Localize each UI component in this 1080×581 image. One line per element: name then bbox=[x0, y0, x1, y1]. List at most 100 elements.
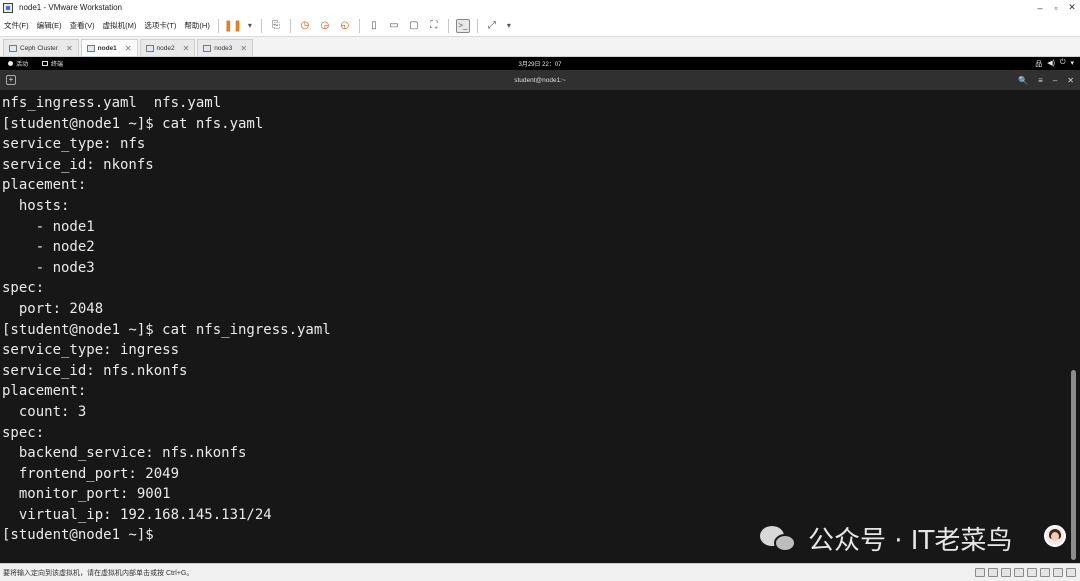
menu-tabs[interactable]: 选项卡(T) bbox=[140, 20, 180, 31]
clock[interactable]: 3月29日 22：07 bbox=[0, 59, 1080, 68]
library-view-icon[interactable]: ▯ bbox=[367, 19, 381, 33]
terminal-text: nfs_ingress.yaml nfs.yaml [student@node1 … bbox=[2, 93, 331, 546]
terminal-line: spec: bbox=[2, 280, 45, 297]
toolbar-divider bbox=[289, 18, 291, 33]
close-icon[interactable]: ✕ bbox=[240, 44, 247, 53]
vm-icon bbox=[203, 44, 212, 52]
hamburger-menu-icon[interactable]: ≡ bbox=[1038, 76, 1043, 85]
terminal-line: port: 2048 bbox=[2, 300, 104, 317]
search-icon[interactable]: 🔍 bbox=[1018, 76, 1028, 85]
vmware-app-icon bbox=[3, 2, 13, 13]
menu-help[interactable]: 帮助(H) bbox=[180, 20, 213, 31]
status-text: 要将输入定向到该虚拟机，请在虚拟机内部单击或按 Ctrl+G。 bbox=[3, 569, 194, 577]
minimize-icon[interactable]: – bbox=[1053, 76, 1057, 85]
menu-bar: 文件(F) 编辑(E) 查看(V) 虚拟机(M) 选项卡(T) 帮助(H) ❚❚… bbox=[0, 15, 1080, 37]
chevron-down-icon[interactable]: ▾ bbox=[505, 19, 513, 33]
chevron-down-icon[interactable]: ▾ bbox=[246, 19, 254, 33]
terminal-line: backend_service: nfs.nkonfs bbox=[2, 445, 247, 462]
vm-icon bbox=[145, 44, 154, 52]
close-icon[interactable]: ✕ bbox=[183, 44, 190, 53]
toolbar-divider bbox=[358, 18, 360, 33]
terminal-line: [student@node1 ~]$ cat nfs.yaml bbox=[2, 115, 264, 132]
terminal-line: - node3 bbox=[2, 259, 95, 276]
menu-vm[interactable]: 虚拟机(M) bbox=[99, 20, 141, 31]
chevron-down-icon: ▾ bbox=[1070, 59, 1074, 67]
menu-edit[interactable]: 编辑(E) bbox=[33, 20, 66, 31]
system-tray[interactable]: 品 ◀) ⏻ ▾ bbox=[1035, 59, 1074, 69]
terminal-line: service_type: nfs bbox=[2, 136, 146, 153]
terminal-line: hosts: bbox=[2, 197, 70, 214]
terminal-line: [student@node1 ~]$ bbox=[2, 527, 154, 544]
snapshot-icon[interactable]: ◷ bbox=[298, 19, 312, 33]
gnome-top-bar: 活动 终端 3月29日 22：07 品 ◀) ⏻ ▾ bbox=[0, 57, 1080, 70]
network-adapter-icon[interactable] bbox=[1001, 568, 1011, 577]
watermark-text: 公众号 · IT老菜鸟 bbox=[808, 526, 1013, 556]
vm-icon bbox=[86, 44, 95, 52]
tab-node2[interactable]: node2 ✕ bbox=[139, 39, 196, 56]
network-icon: 品 bbox=[1035, 60, 1043, 68]
power-icon: ⏻ bbox=[1059, 58, 1066, 66]
stretch-guest-icon[interactable]: ⤢ bbox=[485, 19, 499, 33]
status-bar: 要将输入定向到该虚拟机，请在虚拟机内部单击或按 Ctrl+G。 bbox=[0, 563, 1080, 581]
toolbar-divider bbox=[476, 18, 478, 33]
close-icon[interactable]: ✕ bbox=[66, 44, 73, 53]
terminal-header-bar: + student@node1:~ 🔍 ≡ – ✕ bbox=[0, 70, 1080, 90]
toolbar-divider bbox=[260, 18, 262, 33]
avatar-face bbox=[1051, 532, 1059, 541]
terminal-line: service_type: ingress bbox=[2, 342, 180, 359]
terminal-line: - node1 bbox=[2, 218, 95, 235]
avatar bbox=[1044, 525, 1066, 547]
close-icon[interactable]: ✕ bbox=[1067, 76, 1074, 85]
window-title-bar: node1 - VMware Workstation – ▫ ✕ bbox=[0, 0, 1080, 15]
terminal-line: placement: bbox=[2, 383, 87, 400]
toolbar-divider bbox=[217, 18, 219, 33]
wechat-icon bbox=[760, 524, 798, 554]
snapshot-manager-icon[interactable]: ◵ bbox=[338, 19, 352, 33]
tab-label: Ceph Cluster bbox=[20, 44, 58, 52]
terminal-line: virtual_ip: 192.168.145.131/24 bbox=[2, 506, 272, 523]
vm-tab-bar: Ceph Cluster ✕ node1 ✕ node2 ✕ node3 ✕ bbox=[0, 37, 1080, 57]
terminal-output[interactable]: nfs_ingress.yaml nfs.yaml [student@node1 … bbox=[0, 90, 1080, 563]
close-button[interactable]: ✕ bbox=[1064, 2, 1080, 13]
menu-view[interactable]: 查看(V) bbox=[66, 20, 99, 31]
window-title: node1 - VMware Workstation bbox=[19, 3, 123, 12]
tab-node3[interactable]: node3 ✕ bbox=[197, 39, 254, 56]
vm-folder-icon bbox=[9, 44, 17, 52]
terminal-line: spec: bbox=[2, 424, 45, 441]
message-log-icon[interactable] bbox=[1066, 568, 1076, 577]
fit-window-icon[interactable]: ▢ bbox=[407, 19, 421, 33]
cdrom-icon[interactable] bbox=[988, 568, 998, 577]
terminal-scrollbar[interactable] bbox=[1071, 370, 1076, 560]
device-status-icons bbox=[975, 568, 1076, 577]
printer-icon[interactable] bbox=[1040, 568, 1050, 577]
fullscreen-view-icon[interactable]: ⛶ bbox=[427, 19, 441, 33]
display-icon[interactable] bbox=[1053, 568, 1063, 577]
terminal-title: student@node1:~ bbox=[514, 76, 566, 84]
usb-icon[interactable] bbox=[1014, 568, 1024, 577]
terminal-line: service_id: nfs.nkonfs bbox=[2, 362, 188, 379]
send-ctrl-alt-del-icon[interactable]: ⎘ bbox=[269, 19, 283, 33]
maximize-button[interactable]: ▫ bbox=[1048, 3, 1064, 13]
terminal-line: - node2 bbox=[2, 239, 95, 256]
tab-ceph-cluster[interactable]: Ceph Cluster ✕ bbox=[3, 39, 79, 56]
close-icon[interactable]: ✕ bbox=[125, 44, 132, 53]
watermark: 公众号 · IT老菜鸟 bbox=[760, 520, 1012, 557]
minimize-button[interactable]: – bbox=[1032, 3, 1048, 13]
terminal-line: count: 3 bbox=[2, 403, 87, 420]
sound-icon[interactable] bbox=[1027, 568, 1037, 577]
tab-node1[interactable]: node1 ✕ bbox=[80, 39, 138, 56]
menu-file[interactable]: 文件(F) bbox=[0, 20, 33, 31]
terminal-line: nfs_ingress.yaml nfs.yaml bbox=[2, 95, 222, 111]
pause-icon[interactable]: ❚❚ bbox=[224, 19, 242, 33]
thumbnail-view-icon[interactable]: ▭ bbox=[387, 19, 401, 33]
revert-snapshot-icon[interactable]: ◶ bbox=[318, 19, 332, 33]
terminal-line: [student@node1 ~]$ cat nfs_ingress.yaml bbox=[2, 321, 331, 338]
terminal-line: frontend_port: 2049 bbox=[2, 465, 180, 482]
terminal-controls: 🔍 ≡ – ✕ bbox=[1018, 76, 1074, 85]
tab-label: node3 bbox=[214, 44, 233, 52]
console-view-icon[interactable]: >_ bbox=[455, 18, 470, 33]
tab-label: node2 bbox=[156, 44, 175, 52]
volume-icon: ◀) bbox=[1047, 59, 1055, 67]
tab-label: node1 bbox=[97, 44, 117, 52]
hdd-icon[interactable] bbox=[975, 568, 985, 577]
